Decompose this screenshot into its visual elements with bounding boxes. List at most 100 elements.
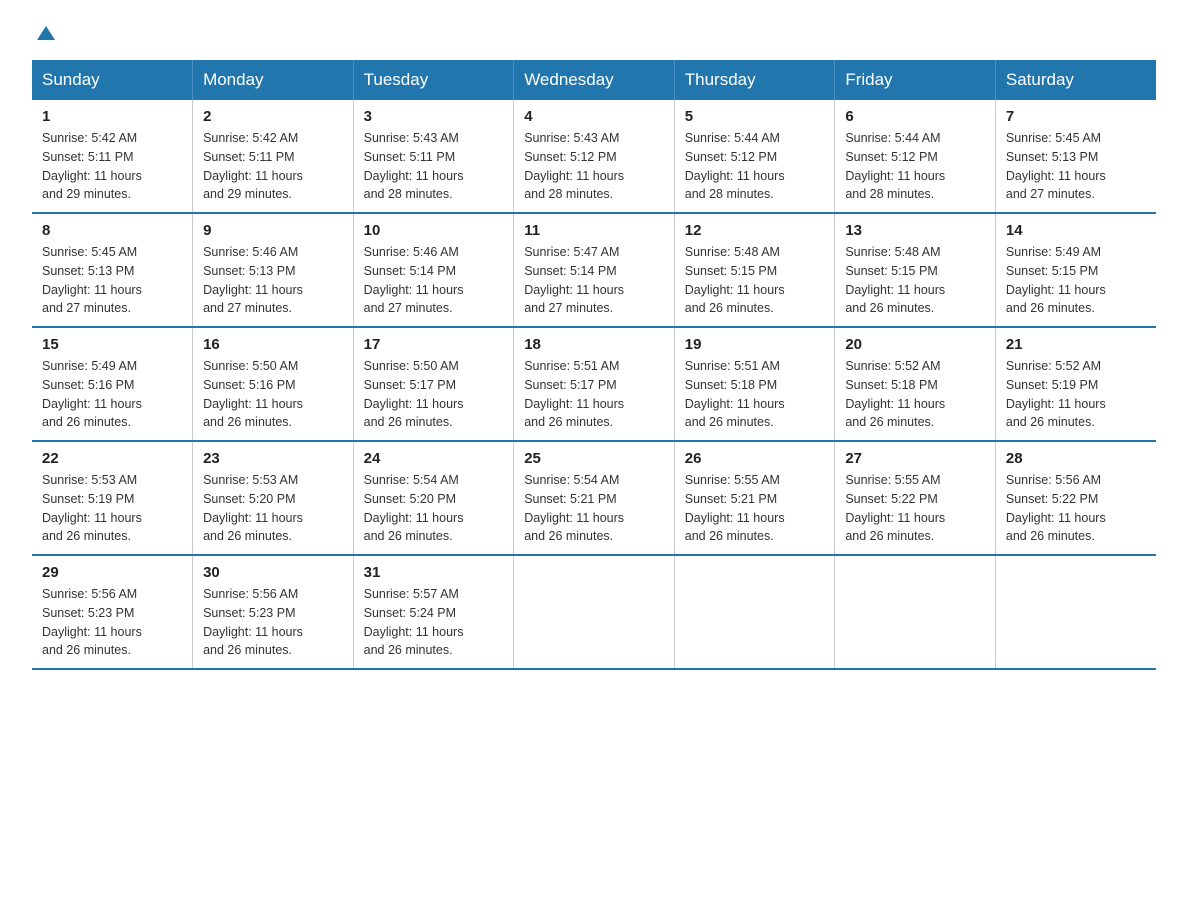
day-number: 17 xyxy=(364,336,504,353)
day-info: Sunrise: 5:45 AM Sunset: 5:13 PM Dayligh… xyxy=(1006,129,1146,204)
calendar-header-friday: Friday xyxy=(835,60,996,100)
calendar-header-sunday: Sunday xyxy=(32,60,193,100)
day-info: Sunrise: 5:48 AM Sunset: 5:15 PM Dayligh… xyxy=(845,243,985,318)
calendar-cell: 11 Sunrise: 5:47 AM Sunset: 5:14 PM Dayl… xyxy=(514,213,675,327)
day-info: Sunrise: 5:51 AM Sunset: 5:17 PM Dayligh… xyxy=(524,357,664,432)
calendar-cell: 8 Sunrise: 5:45 AM Sunset: 5:13 PM Dayli… xyxy=(32,213,193,327)
calendar-cell: 24 Sunrise: 5:54 AM Sunset: 5:20 PM Dayl… xyxy=(353,441,514,555)
day-info: Sunrise: 5:56 AM Sunset: 5:23 PM Dayligh… xyxy=(203,585,343,660)
calendar-cell: 31 Sunrise: 5:57 AM Sunset: 5:24 PM Dayl… xyxy=(353,555,514,669)
day-number: 29 xyxy=(42,564,182,581)
calendar-body: 1 Sunrise: 5:42 AM Sunset: 5:11 PM Dayli… xyxy=(32,100,1156,669)
day-number: 8 xyxy=(42,222,182,239)
logo-triangle-icon xyxy=(35,22,57,44)
day-info: Sunrise: 5:53 AM Sunset: 5:20 PM Dayligh… xyxy=(203,471,343,546)
calendar-header-monday: Monday xyxy=(193,60,354,100)
calendar-cell: 17 Sunrise: 5:50 AM Sunset: 5:17 PM Dayl… xyxy=(353,327,514,441)
day-info: Sunrise: 5:46 AM Sunset: 5:13 PM Dayligh… xyxy=(203,243,343,318)
day-number: 16 xyxy=(203,336,343,353)
day-info: Sunrise: 5:52 AM Sunset: 5:18 PM Dayligh… xyxy=(845,357,985,432)
calendar-header-saturday: Saturday xyxy=(995,60,1156,100)
day-info: Sunrise: 5:49 AM Sunset: 5:16 PM Dayligh… xyxy=(42,357,182,432)
calendar-cell xyxy=(674,555,835,669)
day-number: 26 xyxy=(685,450,825,467)
day-number: 3 xyxy=(364,108,504,125)
calendar-week-row: 1 Sunrise: 5:42 AM Sunset: 5:11 PM Dayli… xyxy=(32,100,1156,213)
calendar-cell: 22 Sunrise: 5:53 AM Sunset: 5:19 PM Dayl… xyxy=(32,441,193,555)
calendar-week-row: 22 Sunrise: 5:53 AM Sunset: 5:19 PM Dayl… xyxy=(32,441,1156,555)
calendar-cell: 30 Sunrise: 5:56 AM Sunset: 5:23 PM Dayl… xyxy=(193,555,354,669)
day-number: 13 xyxy=(845,222,985,239)
day-info: Sunrise: 5:52 AM Sunset: 5:19 PM Dayligh… xyxy=(1006,357,1146,432)
day-info: Sunrise: 5:44 AM Sunset: 5:12 PM Dayligh… xyxy=(685,129,825,204)
day-number: 31 xyxy=(364,564,504,581)
calendar-cell: 27 Sunrise: 5:55 AM Sunset: 5:22 PM Dayl… xyxy=(835,441,996,555)
calendar-week-row: 15 Sunrise: 5:49 AM Sunset: 5:16 PM Dayl… xyxy=(32,327,1156,441)
day-info: Sunrise: 5:43 AM Sunset: 5:11 PM Dayligh… xyxy=(364,129,504,204)
calendar-cell: 10 Sunrise: 5:46 AM Sunset: 5:14 PM Dayl… xyxy=(353,213,514,327)
day-number: 24 xyxy=(364,450,504,467)
day-info: Sunrise: 5:44 AM Sunset: 5:12 PM Dayligh… xyxy=(845,129,985,204)
day-number: 27 xyxy=(845,450,985,467)
calendar-cell: 28 Sunrise: 5:56 AM Sunset: 5:22 PM Dayl… xyxy=(995,441,1156,555)
day-info: Sunrise: 5:51 AM Sunset: 5:18 PM Dayligh… xyxy=(685,357,825,432)
day-number: 22 xyxy=(42,450,182,467)
day-info: Sunrise: 5:42 AM Sunset: 5:11 PM Dayligh… xyxy=(42,129,182,204)
day-info: Sunrise: 5:55 AM Sunset: 5:22 PM Dayligh… xyxy=(845,471,985,546)
calendar-cell: 25 Sunrise: 5:54 AM Sunset: 5:21 PM Dayl… xyxy=(514,441,675,555)
day-info: Sunrise: 5:53 AM Sunset: 5:19 PM Dayligh… xyxy=(42,471,182,546)
day-info: Sunrise: 5:55 AM Sunset: 5:21 PM Dayligh… xyxy=(685,471,825,546)
calendar-cell: 12 Sunrise: 5:48 AM Sunset: 5:15 PM Dayl… xyxy=(674,213,835,327)
day-info: Sunrise: 5:43 AM Sunset: 5:12 PM Dayligh… xyxy=(524,129,664,204)
calendar-cell: 23 Sunrise: 5:53 AM Sunset: 5:20 PM Dayl… xyxy=(193,441,354,555)
day-info: Sunrise: 5:54 AM Sunset: 5:21 PM Dayligh… xyxy=(524,471,664,546)
day-number: 6 xyxy=(845,108,985,125)
calendar-header-tuesday: Tuesday xyxy=(353,60,514,100)
calendar-cell: 4 Sunrise: 5:43 AM Sunset: 5:12 PM Dayli… xyxy=(514,100,675,213)
calendar-cell: 13 Sunrise: 5:48 AM Sunset: 5:15 PM Dayl… xyxy=(835,213,996,327)
calendar-cell: 5 Sunrise: 5:44 AM Sunset: 5:12 PM Dayli… xyxy=(674,100,835,213)
calendar-cell: 7 Sunrise: 5:45 AM Sunset: 5:13 PM Dayli… xyxy=(995,100,1156,213)
calendar-cell: 21 Sunrise: 5:52 AM Sunset: 5:19 PM Dayl… xyxy=(995,327,1156,441)
day-number: 11 xyxy=(524,222,664,239)
day-number: 10 xyxy=(364,222,504,239)
day-number: 5 xyxy=(685,108,825,125)
day-number: 1 xyxy=(42,108,182,125)
day-info: Sunrise: 5:56 AM Sunset: 5:23 PM Dayligh… xyxy=(42,585,182,660)
calendar-header-thursday: Thursday xyxy=(674,60,835,100)
day-number: 20 xyxy=(845,336,985,353)
day-info: Sunrise: 5:46 AM Sunset: 5:14 PM Dayligh… xyxy=(364,243,504,318)
day-number: 23 xyxy=(203,450,343,467)
day-number: 7 xyxy=(1006,108,1146,125)
day-number: 12 xyxy=(685,222,825,239)
day-info: Sunrise: 5:47 AM Sunset: 5:14 PM Dayligh… xyxy=(524,243,664,318)
calendar-cell xyxy=(995,555,1156,669)
calendar-cell xyxy=(514,555,675,669)
day-info: Sunrise: 5:49 AM Sunset: 5:15 PM Dayligh… xyxy=(1006,243,1146,318)
day-number: 4 xyxy=(524,108,664,125)
calendar-week-row: 8 Sunrise: 5:45 AM Sunset: 5:13 PM Dayli… xyxy=(32,213,1156,327)
calendar-cell xyxy=(835,555,996,669)
page-header xyxy=(32,24,1156,44)
day-number: 18 xyxy=(524,336,664,353)
day-number: 15 xyxy=(42,336,182,353)
day-info: Sunrise: 5:57 AM Sunset: 5:24 PM Dayligh… xyxy=(364,585,504,660)
calendar-cell: 2 Sunrise: 5:42 AM Sunset: 5:11 PM Dayli… xyxy=(193,100,354,213)
calendar-cell: 15 Sunrise: 5:49 AM Sunset: 5:16 PM Dayl… xyxy=(32,327,193,441)
day-info: Sunrise: 5:48 AM Sunset: 5:15 PM Dayligh… xyxy=(685,243,825,318)
calendar-cell: 18 Sunrise: 5:51 AM Sunset: 5:17 PM Dayl… xyxy=(514,327,675,441)
day-number: 2 xyxy=(203,108,343,125)
calendar-cell: 14 Sunrise: 5:49 AM Sunset: 5:15 PM Dayl… xyxy=(995,213,1156,327)
day-number: 14 xyxy=(1006,222,1146,239)
day-info: Sunrise: 5:50 AM Sunset: 5:17 PM Dayligh… xyxy=(364,357,504,432)
calendar-header-row: SundayMondayTuesdayWednesdayThursdayFrid… xyxy=(32,60,1156,100)
day-info: Sunrise: 5:45 AM Sunset: 5:13 PM Dayligh… xyxy=(42,243,182,318)
calendar-cell: 20 Sunrise: 5:52 AM Sunset: 5:18 PM Dayl… xyxy=(835,327,996,441)
calendar-cell: 1 Sunrise: 5:42 AM Sunset: 5:11 PM Dayli… xyxy=(32,100,193,213)
day-number: 19 xyxy=(685,336,825,353)
day-info: Sunrise: 5:42 AM Sunset: 5:11 PM Dayligh… xyxy=(203,129,343,204)
calendar-cell: 6 Sunrise: 5:44 AM Sunset: 5:12 PM Dayli… xyxy=(835,100,996,213)
calendar-week-row: 29 Sunrise: 5:56 AM Sunset: 5:23 PM Dayl… xyxy=(32,555,1156,669)
calendar-header-wednesday: Wednesday xyxy=(514,60,675,100)
calendar-table: SundayMondayTuesdayWednesdayThursdayFrid… xyxy=(32,60,1156,670)
